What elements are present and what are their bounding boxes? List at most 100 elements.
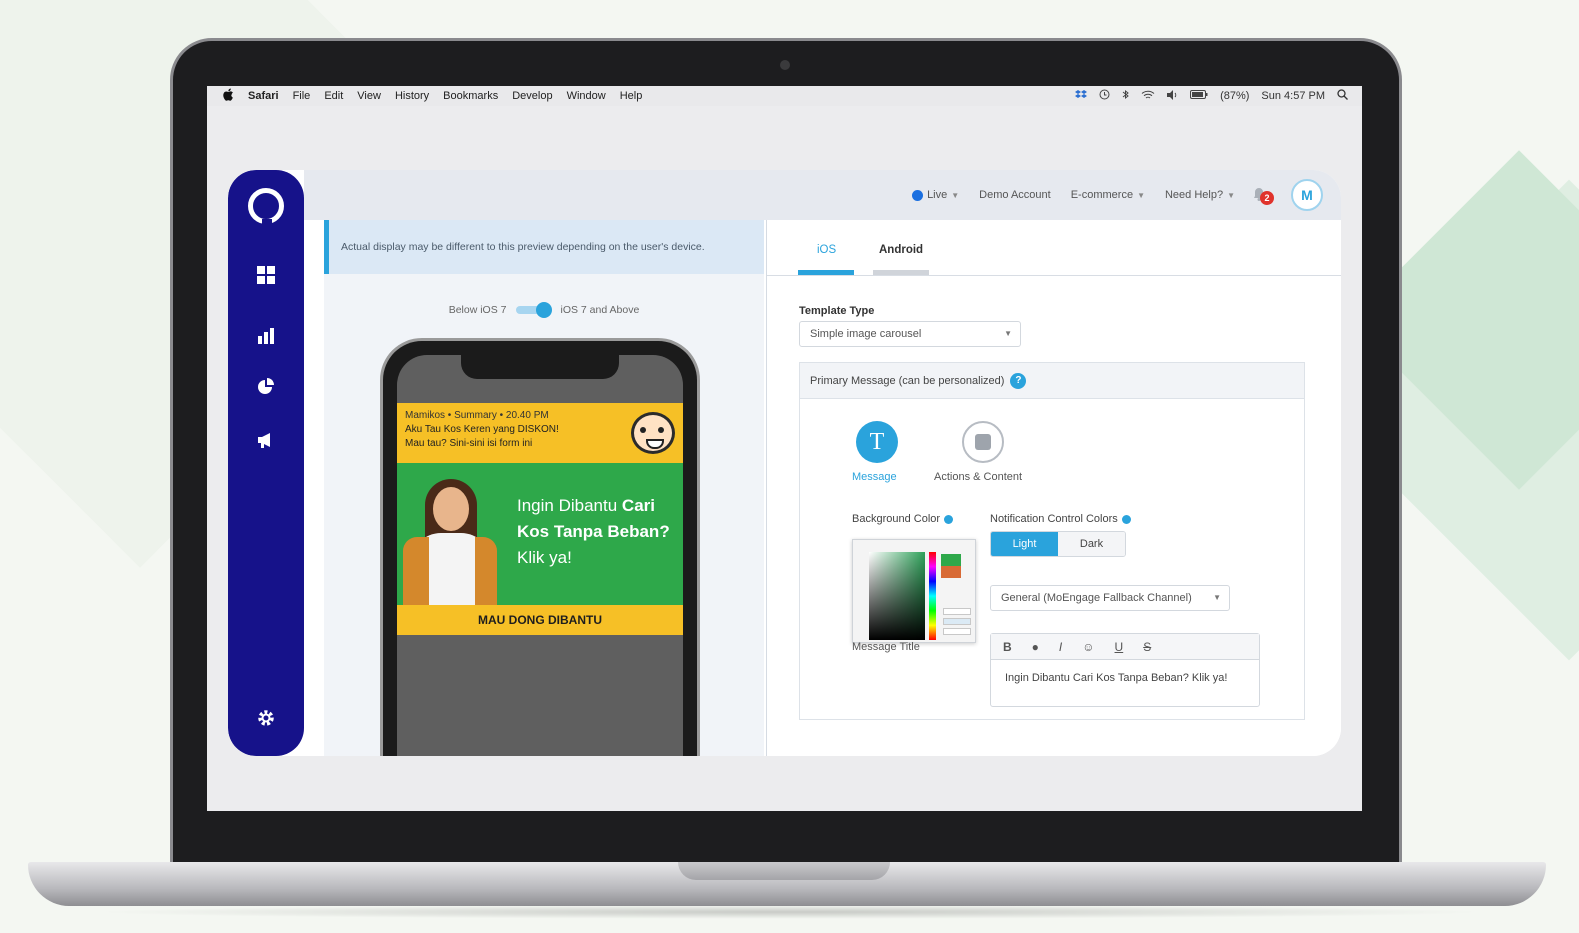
menu-develop[interactable]: Develop	[512, 90, 552, 102]
spotlight-icon[interactable]	[1337, 89, 1348, 103]
banner-text-c: Kos Tanpa Beban?	[517, 522, 670, 541]
carousel-banner-image: Ingin Dibantu Cari Kos Tanpa Beban? Klik…	[397, 463, 683, 605]
color-picker-current-swatch	[941, 566, 961, 578]
dashboard-icon[interactable]	[228, 266, 304, 289]
chevron-down-icon: ▼	[1213, 593, 1221, 602]
help-icon[interactable]: ?	[1010, 372, 1027, 389]
light-option[interactable]: Light	[991, 532, 1058, 556]
ios-version-toggle-row: Below iOS 7 iOS 7 and Above	[324, 302, 764, 318]
message-title-editor[interactable]: B ● I ☺ U S Ingin Dibantu Cari Kos Tanpa…	[990, 633, 1260, 707]
dropbox-icon[interactable]	[1075, 89, 1088, 103]
menu-window[interactable]: Window	[567, 90, 606, 102]
color-picker-hex-field[interactable]	[943, 608, 971, 615]
battery-icon[interactable]	[1190, 90, 1208, 102]
color-picker-hue[interactable]	[929, 552, 936, 640]
actions-step-label: Actions & Content	[934, 471, 1023, 483]
channel-value: General (MoEngage Fallback Channel)	[1001, 592, 1192, 604]
avatar[interactable]: M	[1291, 179, 1323, 211]
bluetooth-icon[interactable]	[1122, 89, 1129, 103]
template-type-label: Template Type	[799, 305, 875, 317]
phone-screen: Mamikos • Summary • 20.40 PM Aku Tau Kos…	[397, 355, 683, 756]
laptop-notch	[678, 862, 890, 880]
color-picker-ok-button[interactable]	[943, 618, 971, 625]
tab-android[interactable]: Android	[879, 244, 923, 256]
emoji-icon[interactable]: ☺	[1082, 640, 1094, 654]
color-picker-saturation[interactable]	[869, 552, 925, 640]
notification-color-toggle: Light Dark	[990, 531, 1126, 557]
tab-ios[interactable]: iOS	[817, 244, 836, 256]
italic-icon[interactable]: I	[1059, 640, 1062, 654]
preview-pane: Actual display may be different to this …	[324, 220, 764, 756]
bold-icon[interactable]: B	[1003, 640, 1012, 654]
info-icon[interactable]	[944, 514, 954, 524]
account-label: Demo Account	[979, 189, 1051, 201]
primary-message-card: Primary Message (can be personalized) ? …	[799, 362, 1305, 720]
underline-icon[interactable]: U	[1115, 640, 1124, 654]
message-step-button[interactable]: T	[856, 421, 898, 463]
toggle-right-label: iOS 7 and Above	[560, 304, 640, 316]
menu-history[interactable]: History	[395, 90, 429, 102]
stop-icon	[975, 434, 991, 450]
screen: Safari File Edit View History Bookmarks …	[207, 86, 1362, 811]
settings-icon[interactable]	[228, 708, 304, 733]
demo-account[interactable]: Demo Account	[979, 189, 1051, 201]
primary-message-label: Primary Message (can be personalized)	[810, 374, 1005, 387]
menubar: Safari File Edit View History Bookmarks …	[207, 86, 1362, 106]
vertical-label: E-commerce	[1070, 189, 1134, 201]
camera	[780, 60, 790, 70]
phone-notch	[461, 355, 619, 379]
template-type-select[interactable]: Simple image carousel ▼	[799, 321, 1021, 347]
banner-text: Ingin Dibantu Cari Kos Tanpa Beban? Klik…	[517, 493, 683, 571]
live-status-dropdown[interactable]: Live ▼	[912, 189, 959, 201]
cta-button[interactable]: MAU DONG DIBANTU	[397, 605, 683, 635]
info-icon[interactable]	[1121, 514, 1131, 524]
strikethrough-icon[interactable]: S	[1143, 640, 1151, 654]
segments-icon[interactable]	[228, 378, 304, 401]
volume-icon[interactable]	[1167, 89, 1178, 103]
tab-ios-indicator	[798, 270, 854, 275]
menubar-clock[interactable]: Sun 4:57 PM	[1261, 90, 1325, 102]
color-picker-cancel-button[interactable]	[943, 628, 971, 635]
color-picker-new-swatch	[941, 554, 961, 566]
push-notification: Mamikos • Summary • 20.40 PM Aku Tau Kos…	[397, 403, 683, 463]
wifi-icon[interactable]	[1141, 90, 1155, 103]
bg-color-label: Background Color	[852, 513, 954, 525]
dark-option[interactable]: Dark	[1058, 532, 1125, 556]
help-dropdown[interactable]: Need Help? ▼	[1165, 189, 1235, 201]
chevron-down-icon: ▼	[1137, 190, 1145, 200]
time-machine-icon[interactable]	[1099, 89, 1110, 103]
vertical-dropdown[interactable]: E-commerce ▼	[1071, 189, 1145, 201]
color-drop-icon[interactable]: ●	[1032, 640, 1039, 654]
banner-text-b: Cari	[621, 496, 655, 515]
apple-icon[interactable]	[223, 88, 234, 104]
template-type-value: Simple image carousel	[810, 328, 922, 340]
actions-step-button[interactable]	[962, 421, 1004, 463]
app-window: Live ▼ Demo Account E-commerce ▼ Need He…	[228, 170, 1341, 756]
banner-text-d: Klik ya!	[517, 548, 572, 567]
menu-app-name[interactable]: Safari	[248, 90, 279, 102]
menu-edit[interactable]: Edit	[324, 90, 343, 102]
menu-help[interactable]: Help	[620, 90, 643, 102]
analytics-icon[interactable]	[228, 328, 304, 349]
notification-badge: 2	[1260, 190, 1274, 205]
menu-view[interactable]: View	[357, 90, 381, 102]
laptop-shadow	[90, 905, 1490, 919]
toggle-left-label: Below iOS 7	[448, 304, 507, 316]
platform-tabs: iOS Android	[767, 220, 1341, 276]
menu-bookmarks[interactable]: Bookmarks	[443, 90, 498, 102]
logo-icon[interactable]	[248, 188, 284, 227]
message-step-label: Message	[852, 471, 897, 483]
topbar: Live ▼ Demo Account E-commerce ▼ Need He…	[304, 170, 1341, 220]
chevron-down-icon: ▼	[1004, 329, 1012, 338]
notifications-button[interactable]: 2	[1253, 187, 1274, 205]
notif-colors-label: Notification Control Colors	[990, 513, 1131, 525]
bg-color-label-text: Background Color	[852, 513, 941, 525]
live-dot-icon	[912, 189, 924, 201]
message-title-input[interactable]: Ingin Dibantu Cari Kos Tanpa Beban? Klik…	[1005, 672, 1227, 684]
ios-version-toggle[interactable]	[516, 302, 553, 318]
campaign-icon[interactable]	[228, 432, 304, 453]
channel-select[interactable]: General (MoEngage Fallback Channel) ▼	[990, 585, 1230, 611]
menu-file[interactable]: File	[293, 90, 311, 102]
tab-android-indicator	[873, 270, 929, 275]
color-picker[interactable]	[852, 539, 976, 643]
